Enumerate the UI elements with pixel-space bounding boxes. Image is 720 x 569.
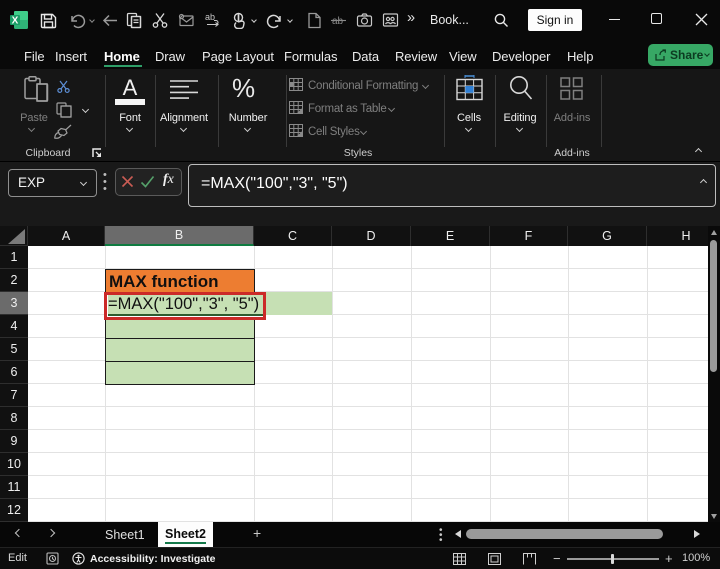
svg-text:X: X	[12, 16, 19, 27]
svg-text:ab: ab	[205, 12, 215, 22]
svg-text:ab: ab	[332, 16, 344, 27]
